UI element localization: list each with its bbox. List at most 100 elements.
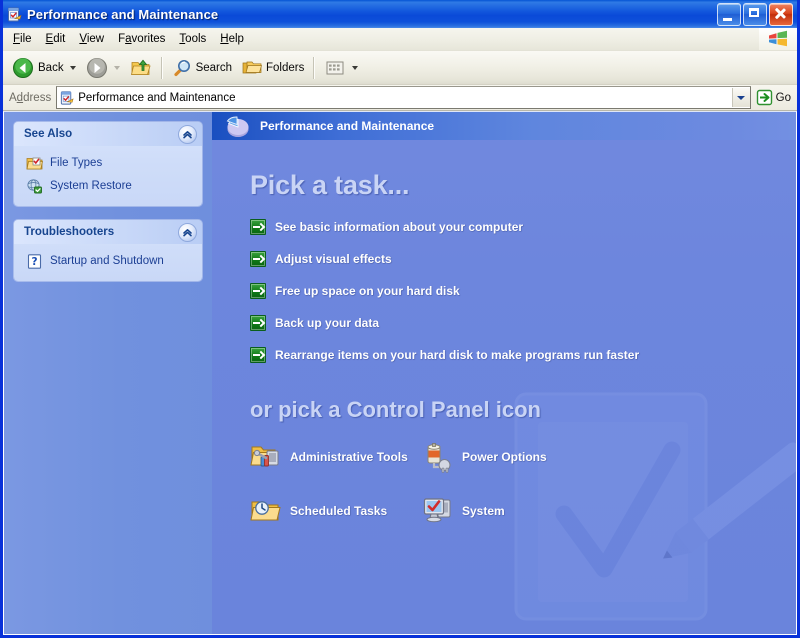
explorer-window: Performance and Maintenance File Edit Vi… xyxy=(0,0,800,638)
panel-troubleshooters-title: Troubleshooters xyxy=(24,226,115,238)
task-see-basic-information[interactable]: See basic information about your compute… xyxy=(250,219,796,235)
control-panel-icon xyxy=(6,6,23,23)
chevron-up-icon[interactable] xyxy=(178,222,197,242)
green-arrow-icon xyxy=(250,347,266,363)
task-list: See basic information about your compute… xyxy=(250,219,796,363)
cp-item-label: System xyxy=(462,504,505,518)
menu-view[interactable]: View xyxy=(72,31,111,48)
cp-item-administrative-tools[interactable]: Administrative Tools xyxy=(250,441,422,473)
menu-tools[interactable]: Tools xyxy=(172,31,213,48)
task-label: Back up your data xyxy=(275,316,380,330)
address-input[interactable]: Performance and Maintenance xyxy=(56,86,751,109)
title-bar: Performance and Maintenance xyxy=(3,0,797,28)
back-button-label: Back xyxy=(38,61,64,74)
magnifier-icon xyxy=(172,58,192,78)
maximize-button[interactable] xyxy=(743,2,767,26)
task-label: Adjust visual effects xyxy=(275,252,392,266)
menu-file[interactable]: File xyxy=(6,31,39,48)
panel-troubleshooters: Troubleshooters ? Startup and Shutdown xyxy=(14,220,202,281)
folders-icon xyxy=(242,58,262,78)
cp-item-power-options[interactable]: Power Options xyxy=(422,441,622,473)
forward-arrow-icon xyxy=(86,57,108,79)
views-button[interactable] xyxy=(319,55,363,80)
address-dropdown-button[interactable] xyxy=(731,88,750,107)
cp-item-scheduled-tasks[interactable]: Scheduled Tasks xyxy=(250,495,422,527)
main-header-title: Performance and Maintenance xyxy=(260,119,435,133)
menu-bar: File Edit View Favorites Tools Help xyxy=(3,28,797,51)
panel-see-also-body: File Types System Restore xyxy=(14,146,202,206)
task-label: Rearrange items on your hard disk to mak… xyxy=(275,348,640,362)
task-rearrange-items[interactable]: Rearrange items on your hard disk to mak… xyxy=(250,347,796,363)
green-arrow-icon xyxy=(250,315,266,331)
sidebar: See Also File Types System Restore Troub… xyxy=(4,112,212,634)
back-dropdown-caret[interactable] xyxy=(69,65,76,70)
sidebar-link-label: Startup and Shutdown xyxy=(50,255,164,267)
control-panel-heading: or pick a Control Panel icon xyxy=(250,397,541,422)
forward-button[interactable] xyxy=(81,55,125,80)
go-button-label: Go xyxy=(775,91,791,104)
sidebar-link-startup-and-shutdown[interactable]: ? Startup and Shutdown xyxy=(14,250,202,273)
system-restore-icon xyxy=(26,178,43,195)
views-icon xyxy=(324,58,346,78)
green-arrow-icon xyxy=(250,283,266,299)
address-bar: Address Performance and Maintenance Go xyxy=(3,85,797,111)
task-adjust-visual-effects[interactable]: Adjust visual effects xyxy=(250,251,796,267)
green-arrow-icon xyxy=(756,89,773,106)
up-button[interactable] xyxy=(125,55,157,80)
back-arrow-icon xyxy=(12,57,34,79)
task-label: See basic information about your compute… xyxy=(275,220,524,234)
panel-see-also-title: See Also xyxy=(24,128,73,140)
menu-favorites[interactable]: Favorites xyxy=(111,31,172,48)
minimize-button[interactable] xyxy=(717,2,741,26)
folders-button-label: Folders xyxy=(266,61,305,74)
toolbar-separator-2 xyxy=(313,56,316,79)
sidebar-link-system-restore[interactable]: System Restore xyxy=(14,175,202,198)
control-panel-icon-grid: Administrative Tools Power Options Sched… xyxy=(250,441,796,527)
main-content: Pick a task... See basic information abo… xyxy=(212,170,796,527)
green-arrow-icon xyxy=(250,219,266,235)
back-button[interactable]: Back xyxy=(7,55,81,80)
go-button[interactable]: Go xyxy=(751,87,795,109)
administrative-tools-icon xyxy=(250,441,282,473)
window-title: Performance and Maintenance xyxy=(27,6,219,22)
search-button-label: Search xyxy=(195,61,233,74)
cp-item-label: Power Options xyxy=(462,450,547,464)
cp-item-label: Scheduled Tasks xyxy=(290,504,388,518)
cp-item-label: Administrative Tools xyxy=(290,450,408,464)
sidebar-link-label: File Types xyxy=(50,157,103,169)
folders-button[interactable]: Folders xyxy=(237,55,309,80)
sidebar-link-label: System Restore xyxy=(50,180,132,192)
content-area: See Also File Types System Restore Troub… xyxy=(3,111,797,635)
chevron-up-icon[interactable] xyxy=(178,124,197,144)
menu-edit[interactable]: Edit xyxy=(39,31,73,48)
task-free-up-space[interactable]: Free up space on your hard disk xyxy=(250,283,796,299)
sidebar-link-file-types[interactable]: File Types xyxy=(14,152,202,175)
toolbar: Back Search Folders xyxy=(3,51,797,85)
cp-item-system[interactable]: System xyxy=(422,495,622,527)
main-pane: Performance and Maintenance Pick a task.… xyxy=(212,112,796,634)
pie-chart-icon xyxy=(224,112,252,140)
address-value: Performance and Maintenance xyxy=(78,91,236,104)
svg-text:?: ? xyxy=(31,256,37,268)
window-controls xyxy=(717,2,795,26)
address-label: Address xyxy=(9,91,52,104)
file-types-icon xyxy=(26,155,44,172)
panel-see-also-header[interactable]: See Also xyxy=(14,122,202,146)
task-back-up-your-data[interactable]: Back up your data xyxy=(250,315,796,331)
windows-flag-icon xyxy=(759,28,797,50)
views-dropdown-caret[interactable] xyxy=(352,65,359,70)
panel-troubleshooters-header[interactable]: Troubleshooters xyxy=(14,220,202,244)
green-arrow-icon xyxy=(250,251,266,267)
control-panel-icon xyxy=(59,90,75,106)
menu-help[interactable]: Help xyxy=(213,31,251,48)
power-options-icon xyxy=(422,441,454,473)
search-button[interactable]: Search xyxy=(167,55,237,80)
help-question-icon: ? xyxy=(26,253,43,270)
scheduled-tasks-icon xyxy=(250,495,282,527)
close-button[interactable] xyxy=(769,2,793,26)
panel-see-also: See Also File Types System Restore xyxy=(14,122,202,206)
system-icon xyxy=(422,495,454,527)
forward-dropdown-caret[interactable] xyxy=(113,65,120,70)
main-header: Performance and Maintenance xyxy=(212,112,796,140)
chevron-down-icon xyxy=(737,95,746,100)
